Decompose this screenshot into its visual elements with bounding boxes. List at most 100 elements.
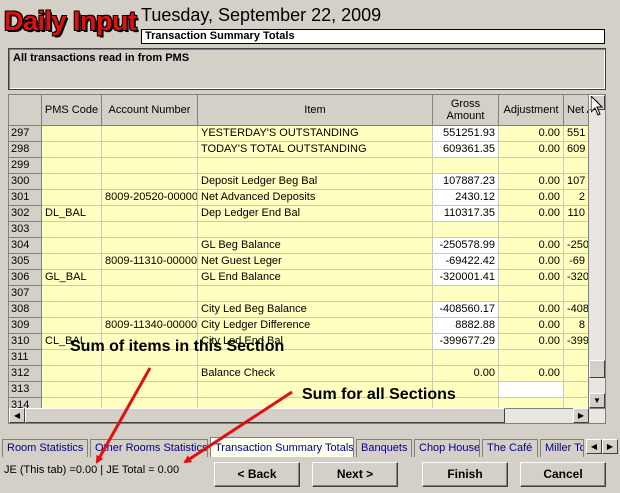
tab-transaction-summary-totals[interactable]: Transaction Summary Totals — [210, 437, 354, 457]
gross-amount-cell[interactable]: 107887.23 — [433, 174, 499, 190]
tab-other-rooms-statistics[interactable]: Other Rooms Statistics — [90, 439, 208, 457]
account-number-cell[interactable]: 8009-11340-00000 — [102, 318, 198, 334]
column-header-item[interactable]: Item — [198, 95, 433, 126]
table-row[interactable]: 302 DL_BAL Dep Ledger End Bal 110317.35 … — [9, 206, 589, 222]
tab-scroll-right-icon[interactable]: ▶ — [602, 439, 618, 454]
adjustment-cell[interactable]: 0.00 — [499, 302, 564, 318]
pms-code-cell[interactable] — [42, 366, 102, 382]
account-number-cell[interactable] — [102, 126, 198, 142]
net-amount-cell[interactable]: 107 — [564, 174, 589, 190]
pms-code-cell[interactable] — [42, 238, 102, 254]
cancel-button[interactable]: Cancel — [520, 462, 606, 487]
finish-button[interactable]: Finish — [422, 462, 508, 487]
pms-code-cell[interactable] — [42, 222, 102, 238]
item-cell[interactable]: Balance Check — [198, 366, 433, 382]
net-amount-cell[interactable]: -250 — [564, 238, 589, 254]
account-number-cell[interactable] — [102, 286, 198, 302]
table-row[interactable]: 297 YESTERDAY'S OUTSTANDING 551251.93 0.… — [9, 126, 589, 142]
tab-the-cafe[interactable]: The Café — [482, 439, 538, 457]
table-row[interactable]: 303 — [9, 222, 589, 238]
table-row[interactable]: 299 — [9, 158, 589, 174]
net-amount-cell[interactable]: 609 — [564, 142, 589, 158]
item-cell[interactable]: YESTERDAY'S OUTSTANDING — [198, 126, 433, 142]
column-header-net-amount[interactable]: Net A — [564, 95, 589, 126]
tab-chop-house[interactable]: Chop House — [414, 439, 480, 457]
item-cell[interactable]: Net Advanced Deposits — [198, 190, 433, 206]
item-cell[interactable]: City Ledger Difference — [198, 318, 433, 334]
pms-code-cell[interactable] — [42, 174, 102, 190]
net-amount-cell[interactable] — [564, 222, 589, 238]
account-number-cell[interactable] — [102, 382, 198, 398]
account-number-cell[interactable] — [102, 302, 198, 318]
back-button[interactable]: < Back — [214, 462, 300, 487]
adjustment-cell[interactable] — [499, 158, 564, 174]
account-number-cell[interactable] — [102, 206, 198, 222]
gross-amount-cell[interactable]: 551251.93 — [433, 126, 499, 142]
gross-amount-cell[interactable]: 8882.88 — [433, 318, 499, 334]
account-number-cell[interactable] — [102, 238, 198, 254]
table-row[interactable]: 298 TODAY'S TOTAL OUTSTANDING 609361.35 … — [9, 142, 589, 158]
column-header-pms-code[interactable]: PMS Code — [42, 95, 102, 126]
item-cell[interactable]: City Led Beg Balance — [198, 302, 433, 318]
adjustment-cell[interactable]: 0.00 — [499, 126, 564, 142]
adjustment-cell[interactable]: 0.00 — [499, 334, 564, 350]
net-amount-cell[interactable] — [564, 350, 589, 366]
pms-code-cell[interactable] — [42, 158, 102, 174]
adjustment-cell[interactable]: 0.00 — [499, 254, 564, 270]
table-row[interactable]: 308 City Led Beg Balance -408560.17 0.00… — [9, 302, 589, 318]
horizontal-scroll-thumb[interactable] — [25, 408, 505, 423]
item-cell[interactable]: Net Guest Leger — [198, 254, 433, 270]
adjustment-cell[interactable] — [499, 286, 564, 302]
pms-code-cell[interactable] — [42, 286, 102, 302]
table-row[interactable]: 305 8009-11310-00000 Net Guest Leger -69… — [9, 254, 589, 270]
gross-amount-cell[interactable]: 2430.12 — [433, 190, 499, 206]
net-amount-cell[interactable]: -408 — [564, 302, 589, 318]
item-cell[interactable]: GL Beg Balance — [198, 238, 433, 254]
adjustment-cell[interactable]: 0.00 — [499, 142, 564, 158]
gross-amount-cell[interactable]: 0.00 — [433, 366, 499, 382]
scroll-left-icon[interactable]: ◀ — [9, 408, 25, 423]
table-row[interactable]: 306 GL_BAL GL End Balance -320001.41 0.0… — [9, 270, 589, 286]
account-number-cell[interactable] — [102, 366, 198, 382]
net-amount-cell[interactable]: 2 — [564, 190, 589, 206]
gross-amount-cell[interactable]: -69422.42 — [433, 254, 499, 270]
net-amount-cell[interactable]: 110 — [564, 206, 589, 222]
adjustment-cell[interactable]: 0.00 — [499, 238, 564, 254]
pms-code-cell[interactable]: DL_BAL — [42, 206, 102, 222]
pms-code-cell[interactable] — [42, 142, 102, 158]
account-number-cell[interactable]: 8009-20520-00000 — [102, 190, 198, 206]
gross-amount-cell[interactable] — [433, 222, 499, 238]
tab-room-statistics[interactable]: Room Statistics — [2, 439, 88, 457]
net-amount-cell[interactable]: 551 — [564, 126, 589, 142]
item-cell[interactable] — [198, 158, 433, 174]
account-number-cell[interactable] — [102, 270, 198, 286]
scroll-thumb[interactable] — [589, 360, 605, 378]
column-header-gross-amount[interactable]: Gross Amount — [433, 95, 499, 126]
account-number-cell[interactable] — [102, 222, 198, 238]
adjustment-cell[interactable] — [499, 350, 564, 366]
gross-amount-cell[interactable] — [433, 350, 499, 366]
gross-amount-cell[interactable]: -320001.41 — [433, 270, 499, 286]
gross-amount-cell[interactable]: 110317.35 — [433, 206, 499, 222]
gross-amount-cell[interactable] — [433, 158, 499, 174]
adjustment-cell[interactable]: 0.00 — [499, 190, 564, 206]
pms-code-cell[interactable] — [42, 382, 102, 398]
column-header-adjustment[interactable]: Adjustment — [499, 95, 564, 126]
table-row[interactable]: 300 Deposit Ledger Beg Bal 107887.23 0.0… — [9, 174, 589, 190]
adjustment-cell[interactable]: 0.00 — [499, 270, 564, 286]
pms-code-cell[interactable] — [42, 318, 102, 334]
vertical-scrollbar[interactable]: ▲ ▼ — [588, 95, 605, 409]
net-amount-cell[interactable]: 8 — [564, 318, 589, 334]
item-cell[interactable]: Dep Ledger End Bal — [198, 206, 433, 222]
adjustment-cell[interactable]: 0.00 — [499, 366, 564, 382]
pms-code-cell[interactable]: GL_BAL — [42, 270, 102, 286]
net-amount-cell[interactable]: -399 — [564, 334, 589, 350]
pms-code-cell[interactable] — [42, 126, 102, 142]
grid-corner-header[interactable] — [9, 95, 42, 126]
pms-code-cell[interactable] — [42, 302, 102, 318]
pms-code-cell[interactable] — [42, 190, 102, 206]
next-button[interactable]: Next > — [312, 462, 398, 487]
account-number-cell[interactable] — [102, 142, 198, 158]
item-cell[interactable] — [198, 222, 433, 238]
gross-amount-cell[interactable]: -408560.17 — [433, 302, 499, 318]
